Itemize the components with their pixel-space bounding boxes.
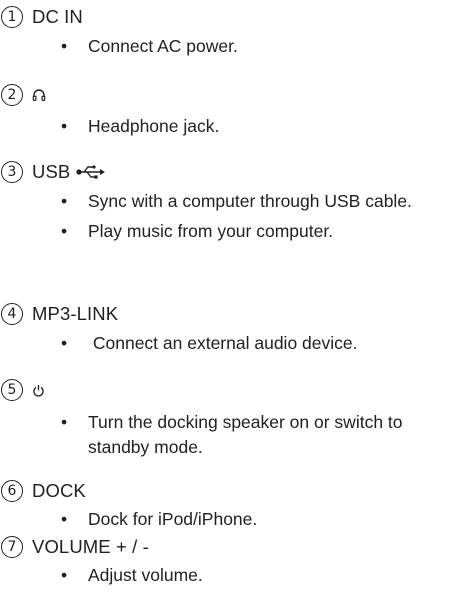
bullet-list: • Connect an external audio device.: [61, 331, 443, 356]
usb-icon: [76, 165, 106, 179]
list-item: • Turn the docking speaker on or switch …: [61, 410, 443, 460]
item-number: 7: [1, 536, 23, 558]
item-title: USB: [32, 159, 106, 185]
item-header: 4 MP3-LINK: [1, 301, 118, 327]
item-header: 5: [1, 377, 45, 403]
list-item: • Adjust volume.: [61, 563, 443, 588]
list-item: • Headphone jack.: [61, 114, 443, 139]
item-header: 2: [1, 82, 46, 108]
headphone-icon: [32, 88, 46, 102]
bullet-text: Connect AC power.: [88, 36, 238, 56]
item-number: 1: [1, 6, 23, 28]
item-title: MP3-LINK: [32, 303, 119, 324]
item-number: 5: [1, 379, 23, 401]
list-item: • Connect AC power.: [61, 34, 443, 59]
power-icon: [32, 384, 45, 397]
item-title: VOLUME + / -: [32, 536, 149, 557]
bullet-list: • Sync with a computer through USB cable…: [61, 189, 443, 244]
bullet-text: Dock for iPod/iPhone.: [88, 509, 258, 529]
item-number: 3: [1, 161, 23, 183]
bullet-dot: •: [61, 116, 68, 136]
item-number: 4: [1, 303, 23, 325]
bullet-text: Sync with a computer through USB cable.: [88, 191, 412, 211]
bullet-text: Play music from your computer.: [88, 221, 334, 241]
bullet-dot: •: [61, 333, 68, 353]
bullet-list: • Adjust volume.: [61, 563, 443, 588]
list-item: • Dock for iPod/iPhone.: [61, 507, 443, 532]
bullet-list: • Headphone jack.: [61, 114, 443, 139]
item-number: 2: [1, 84, 23, 106]
item-header: 6 DOCK: [1, 478, 86, 504]
bullet-text: Connect an external audio device.: [88, 333, 358, 353]
bullet-dot: •: [61, 509, 68, 529]
item-title: [32, 88, 46, 102]
item-number: 6: [1, 480, 23, 502]
list-item: • Connect an external audio device.: [61, 331, 443, 356]
bullet-text: Adjust volume.: [88, 565, 203, 585]
item-title: [32, 384, 45, 397]
item-title: DOCK: [32, 480, 86, 501]
bullet-dot: •: [61, 412, 68, 432]
item-title-text: USB: [32, 161, 71, 182]
item-header: 7 VOLUME + / -: [1, 534, 149, 560]
item-title: DC IN: [32, 6, 83, 27]
bullet-list: • Dock for iPod/iPhone.: [61, 507, 443, 532]
bullet-list: • Connect AC power.: [61, 34, 443, 59]
list-item: • Play music from your computer.: [61, 219, 443, 244]
item-header: 1 DC IN: [1, 4, 83, 30]
bullet-dot: •: [61, 191, 68, 211]
bullet-dot: •: [61, 221, 68, 241]
bullet-list: • Turn the docking speaker on or switch …: [61, 410, 443, 460]
bullet-dot: •: [61, 36, 68, 56]
controls-description-page: 1 DC IN • Connect AC power. 2 • Headphon…: [0, 0, 451, 594]
bullet-dot: •: [61, 565, 68, 585]
list-item: • Sync with a computer through USB cable…: [61, 189, 443, 214]
item-header: 3 USB: [1, 159, 106, 185]
bullet-text: Turn the docking speaker on or switch to…: [88, 412, 403, 457]
bullet-text: Headphone jack.: [88, 116, 220, 136]
